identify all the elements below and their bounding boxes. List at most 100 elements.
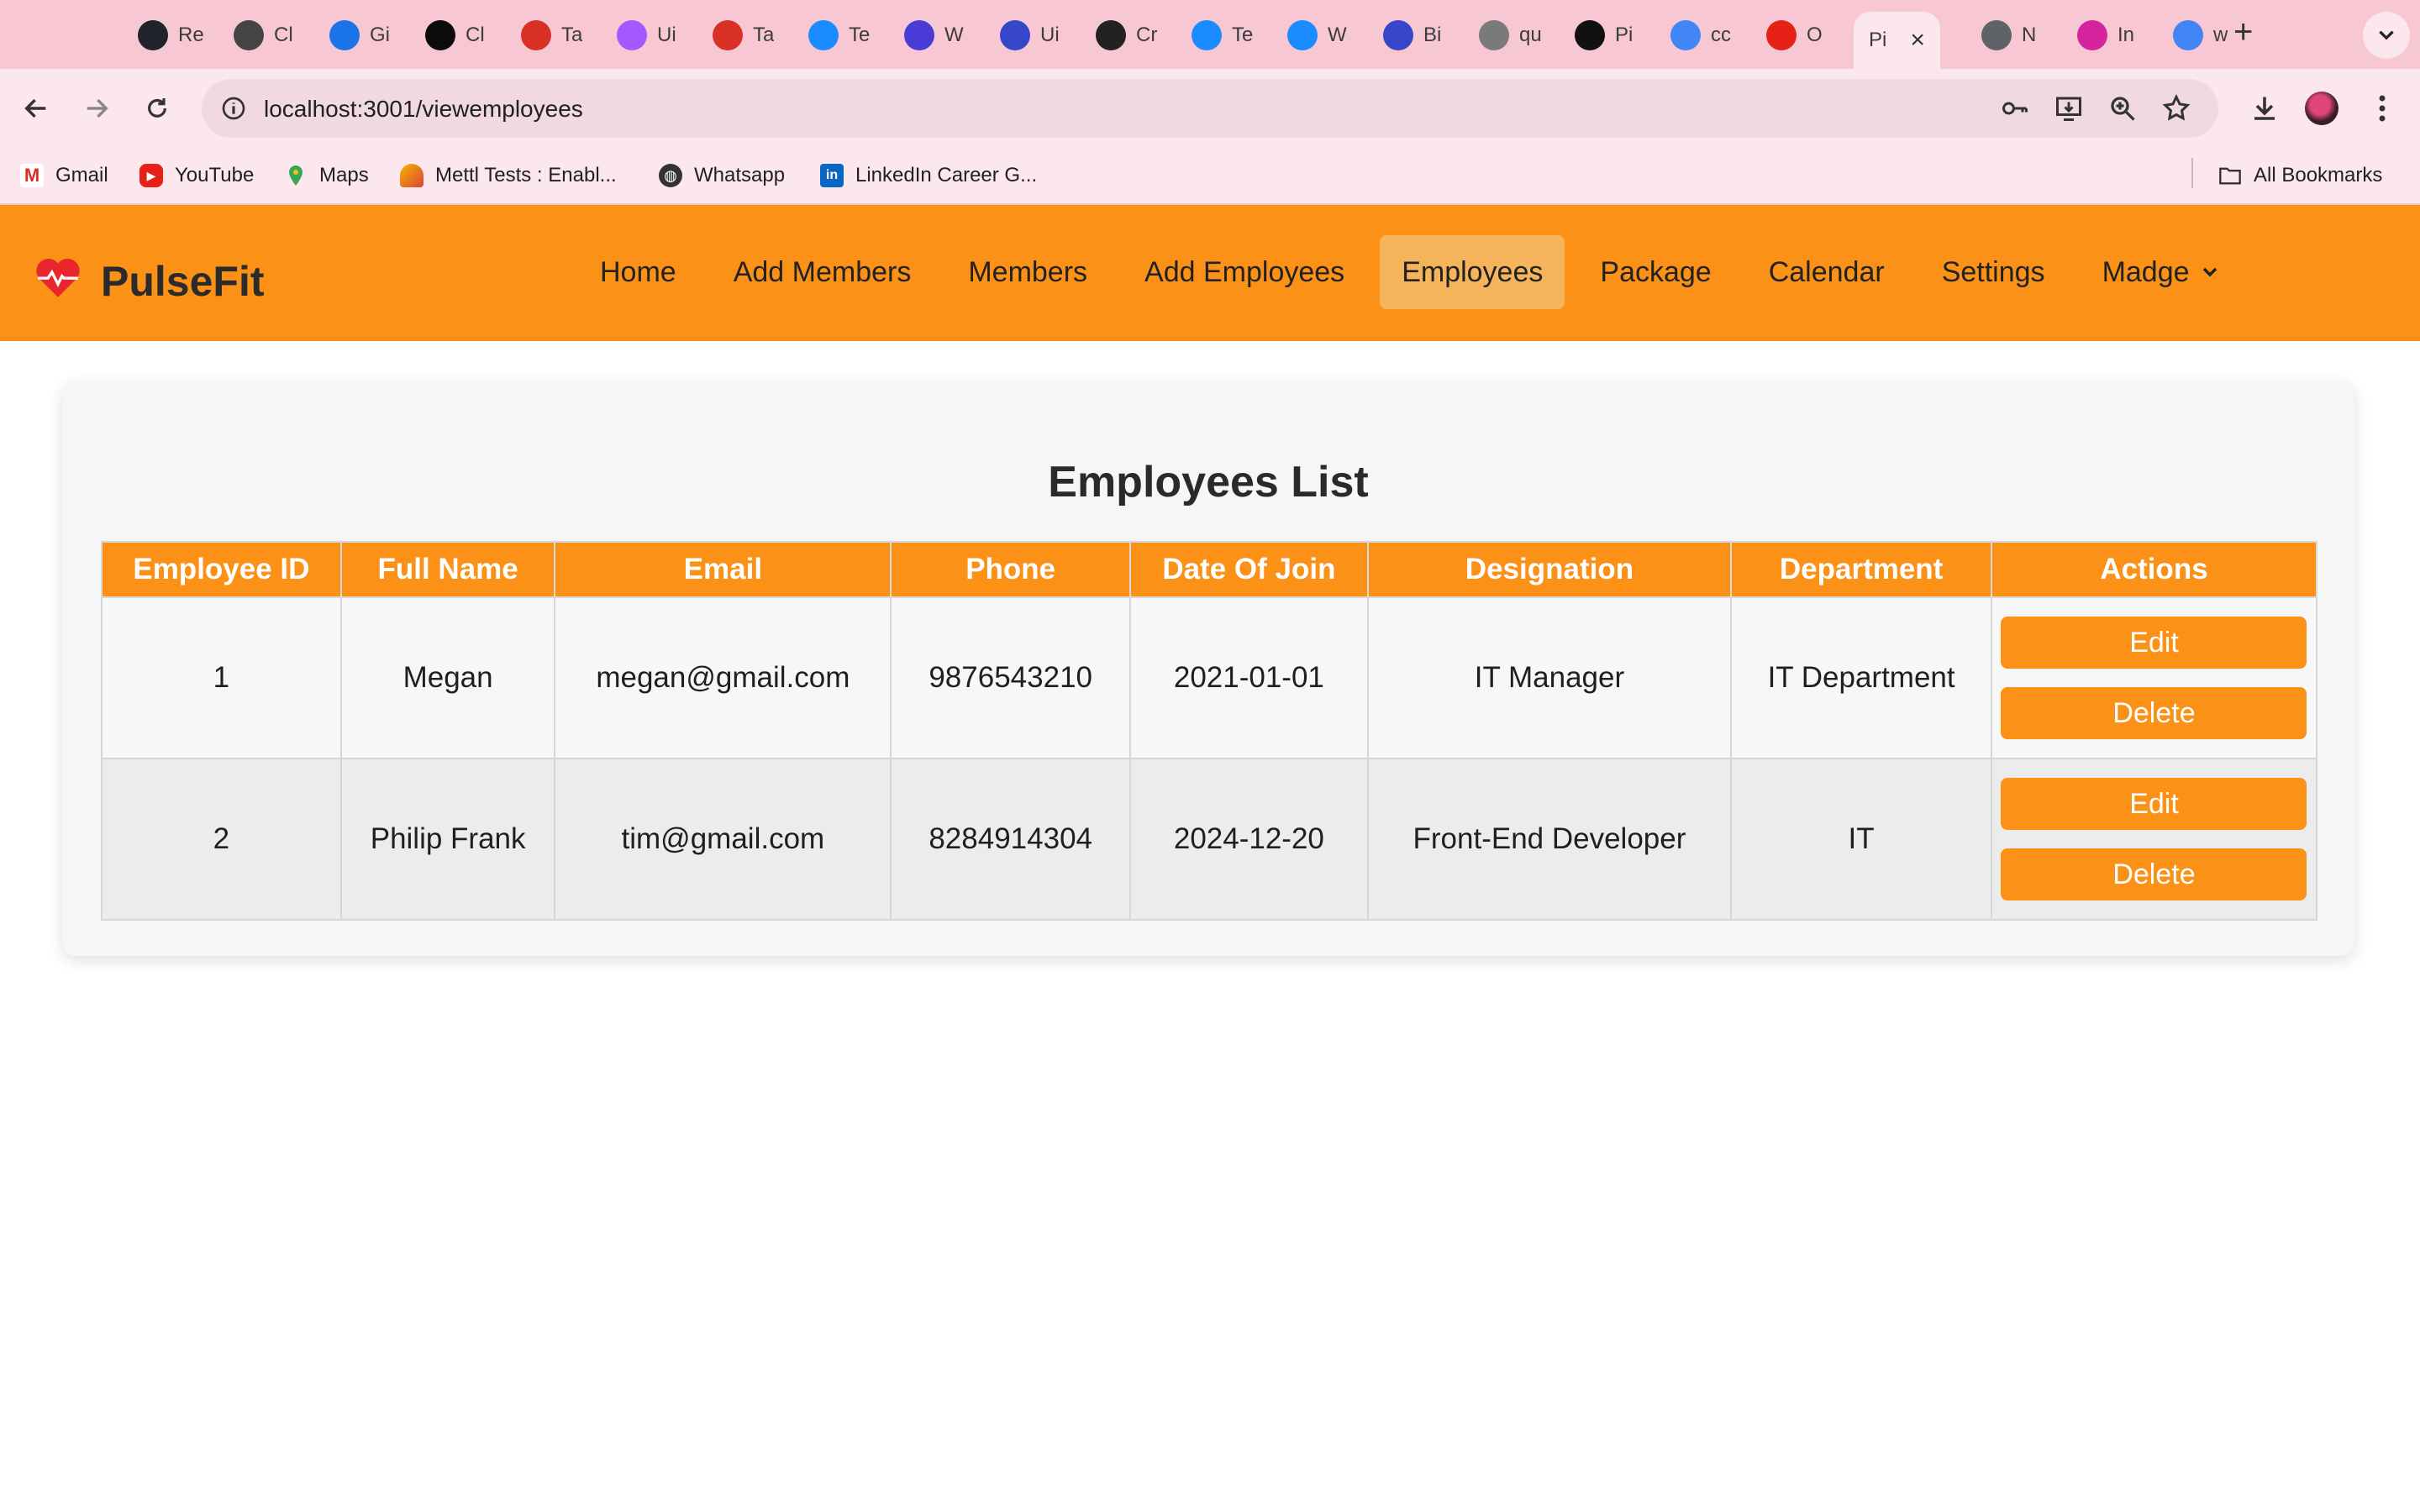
browser-tab[interactable]: cc xyxy=(1670,12,1731,59)
browser-tab[interactable]: Ui xyxy=(1000,12,1060,59)
password-key-icon[interactable] xyxy=(2000,93,2030,123)
tab-title: Cr xyxy=(1136,24,1158,46)
bookmark-gmail[interactable]: M Gmail xyxy=(20,161,108,190)
browser-tab[interactable]: Gi xyxy=(329,12,390,59)
downloads-button[interactable] xyxy=(2245,89,2284,128)
cell-actions: Edit Delete xyxy=(1990,758,2318,921)
tab-title: Te xyxy=(849,24,871,46)
profile-avatar[interactable] xyxy=(2302,89,2341,128)
site-info-icon[interactable] xyxy=(218,93,249,123)
react-icon xyxy=(138,20,168,50)
bookmark-maps[interactable]: Maps xyxy=(284,161,369,190)
canva-icon xyxy=(1192,20,1222,50)
bookmark-mettl[interactable]: Mettl Tests : Enabl... xyxy=(400,161,617,190)
browser-tab[interactable]: Cl xyxy=(425,12,485,59)
nav-links: Home Add Members Members Add Employees E… xyxy=(571,235,2249,309)
address-bar[interactable]: localhost:3001/viewemployees xyxy=(202,79,2218,138)
close-tab-icon[interactable]: × xyxy=(1910,26,1925,55)
cell-designation: IT Manager xyxy=(1366,596,1733,759)
heart-pulse-icon xyxy=(36,259,80,297)
app-icon xyxy=(1383,20,1413,50)
tab-title: Gi xyxy=(370,24,390,46)
calendar-icon xyxy=(329,20,360,50)
edit-button[interactable]: Edit xyxy=(2001,617,2307,669)
zoom-icon[interactable] xyxy=(2107,93,2138,123)
nav-home[interactable]: Home xyxy=(578,235,698,309)
chevron-down-icon xyxy=(2379,30,2394,40)
browser-tab[interactable]: Te xyxy=(808,12,870,59)
browser-tab[interactable]: w xyxy=(2173,12,2228,59)
bookmark-whatsapp[interactable]: ◍ Whatsapp xyxy=(659,161,785,190)
reload-button[interactable] xyxy=(138,89,176,128)
forward-button[interactable] xyxy=(77,89,116,128)
cell-full-name: Philip Frank xyxy=(339,758,556,921)
browser-tab[interactable]: In xyxy=(2077,12,2134,59)
maps-icon xyxy=(284,164,308,187)
browser-tab[interactable]: N xyxy=(1981,12,2036,59)
figma-icon xyxy=(617,20,647,50)
nav-employees[interactable]: Employees xyxy=(1380,235,1565,309)
nav-add-employees[interactable]: Add Employees xyxy=(1123,235,1366,309)
nav-calendar[interactable]: Calendar xyxy=(1747,235,1907,309)
cell-date-of-join: 2021-01-01 xyxy=(1129,596,1369,759)
browser-tab[interactable]: Ta xyxy=(713,12,774,59)
user-menu[interactable]: Madge xyxy=(2081,235,2242,309)
url-text[interactable]: localhost:3001/viewemployees xyxy=(264,96,583,123)
cell-phone: 9876543210 xyxy=(890,596,1132,759)
bookmark-youtube[interactable]: ▶ YouTube xyxy=(139,161,254,190)
delete-button[interactable]: Delete xyxy=(2001,848,2307,900)
tab-search-button[interactable] xyxy=(2363,12,2410,59)
browser-tab[interactable]: Pi × xyxy=(1854,12,1940,69)
column-header: Designation xyxy=(1366,541,1733,598)
more-vertical-icon xyxy=(2379,95,2386,122)
table-row: 2 Philip Frank tim@gmail.com 8284914304 … xyxy=(101,758,2318,921)
edit-button[interactable]: Edit xyxy=(2001,778,2307,830)
new-tab-button[interactable]: + xyxy=(2233,13,2253,51)
browser-tab[interactable]: W xyxy=(1287,12,1347,59)
brand-logo[interactable]: PulseFit xyxy=(34,249,264,306)
chevron-down-icon xyxy=(2202,267,2217,277)
browser-tab[interactable]: Cr xyxy=(1096,12,1157,59)
bookmarks-bar: M Gmail ▶ YouTube Maps Mettl Tests : Ena… xyxy=(0,148,2420,205)
all-bookmarks-button[interactable]: All Bookmarks xyxy=(2218,161,2382,190)
folder-icon xyxy=(2218,164,2242,187)
browser-tab[interactable]: qu xyxy=(1479,12,1542,59)
all-bookmarks-label: All Bookmarks xyxy=(2254,164,2383,186)
nav-add-members[interactable]: Add Members xyxy=(712,235,934,309)
github-icon xyxy=(1575,20,1605,50)
browser-menu-button[interactable] xyxy=(2363,89,2402,128)
browser-tab[interactable]: Cl xyxy=(234,12,293,59)
install-app-icon[interactable] xyxy=(2054,93,2084,123)
gmail-icon: M xyxy=(20,164,44,187)
column-header: Actions xyxy=(1990,541,2318,598)
bookmark-linkedin[interactable]: in LinkedIn Career G... xyxy=(820,161,1037,190)
browser-tab[interactable]: Ui xyxy=(617,12,676,59)
browser-tab[interactable]: W xyxy=(904,12,964,59)
cell-full-name: Megan xyxy=(339,596,556,759)
bookmark-label: Gmail xyxy=(55,164,108,186)
nav-settings[interactable]: Settings xyxy=(1920,235,2067,309)
browser-tab[interactable]: Bi xyxy=(1383,12,1441,59)
browser-tab[interactable]: Ta xyxy=(521,12,582,59)
cell-department: IT Department xyxy=(1730,596,1992,759)
nav-package[interactable]: Package xyxy=(1578,235,1733,309)
cell-phone: 8284914304 xyxy=(890,758,1132,921)
google-icon xyxy=(1670,20,1701,50)
page-title: Employees List xyxy=(1048,458,1369,507)
nav-members[interactable]: Members xyxy=(946,235,1109,309)
browser-tab[interactable]: Te xyxy=(1192,12,1253,59)
cell-employee-id: 1 xyxy=(101,596,342,759)
tab-title: Ui xyxy=(657,24,676,46)
gmail-icon xyxy=(521,20,551,50)
browser-tab[interactable]: Re xyxy=(138,12,204,59)
bookmark-label: YouTube xyxy=(175,164,255,186)
tab-title: w xyxy=(2213,24,2228,46)
back-button[interactable] xyxy=(17,89,55,128)
browser-tab[interactable]: Pi xyxy=(1575,12,1633,59)
delete-button[interactable]: Delete xyxy=(2001,687,2307,739)
bookmark-star-icon[interactable] xyxy=(2161,93,2191,123)
browser-tab[interactable]: O xyxy=(1766,12,1823,59)
youtube-icon: ▶ xyxy=(139,164,163,187)
table-row: 1 Megan megan@gmail.com 9876543210 2021-… xyxy=(101,596,2318,759)
instagram-icon xyxy=(2077,20,2107,50)
